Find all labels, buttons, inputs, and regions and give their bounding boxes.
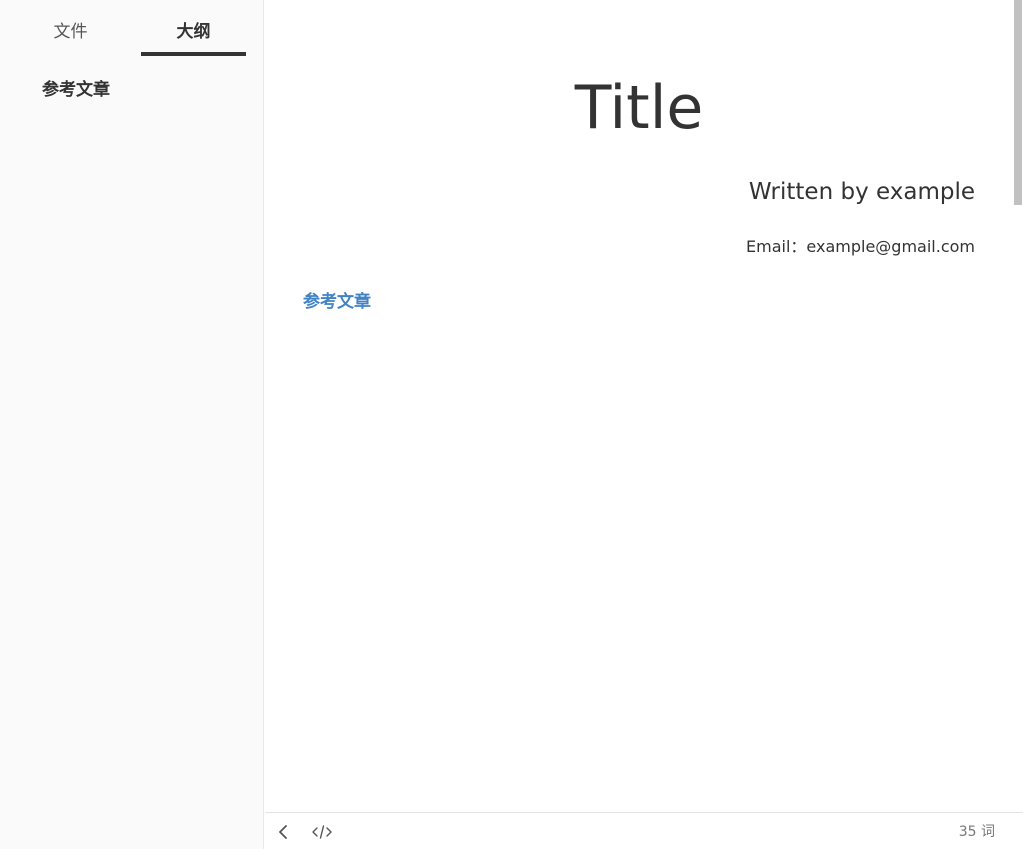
word-count[interactable]: 35 词 (959, 822, 995, 842)
sidebar-tabs: 文件 大纲 (0, 0, 264, 58)
chevron-left-icon[interactable] (273, 821, 295, 843)
status-bar: 35 词 (265, 812, 1023, 849)
app-window: 文件 大纲 参考文章 Title Written by example Emai… (0, 0, 1023, 849)
heading-references[interactable]: 参考文章 (303, 288, 371, 316)
editor-area[interactable]: Title Written by example Email：example@g… (265, 0, 1023, 812)
vertical-scrollbar[interactable] (1013, 0, 1023, 812)
sidebar: 文件 大纲 参考文章 (0, 0, 264, 849)
scrollbar-thumb[interactable] (1014, 0, 1022, 205)
document-email: Email：example@gmail.com (746, 237, 975, 256)
document-author: Written by example (748, 179, 975, 205)
code-icon[interactable] (311, 821, 333, 843)
tab-files[interactable]: 文件 (0, 18, 141, 46)
outline-list: 参考文章 (0, 76, 264, 104)
active-tab-indicator (141, 52, 246, 56)
outline-item-references[interactable]: 参考文章 (0, 76, 264, 104)
document-title: Title (574, 73, 704, 143)
tab-outline[interactable]: 大纲 (141, 18, 246, 46)
